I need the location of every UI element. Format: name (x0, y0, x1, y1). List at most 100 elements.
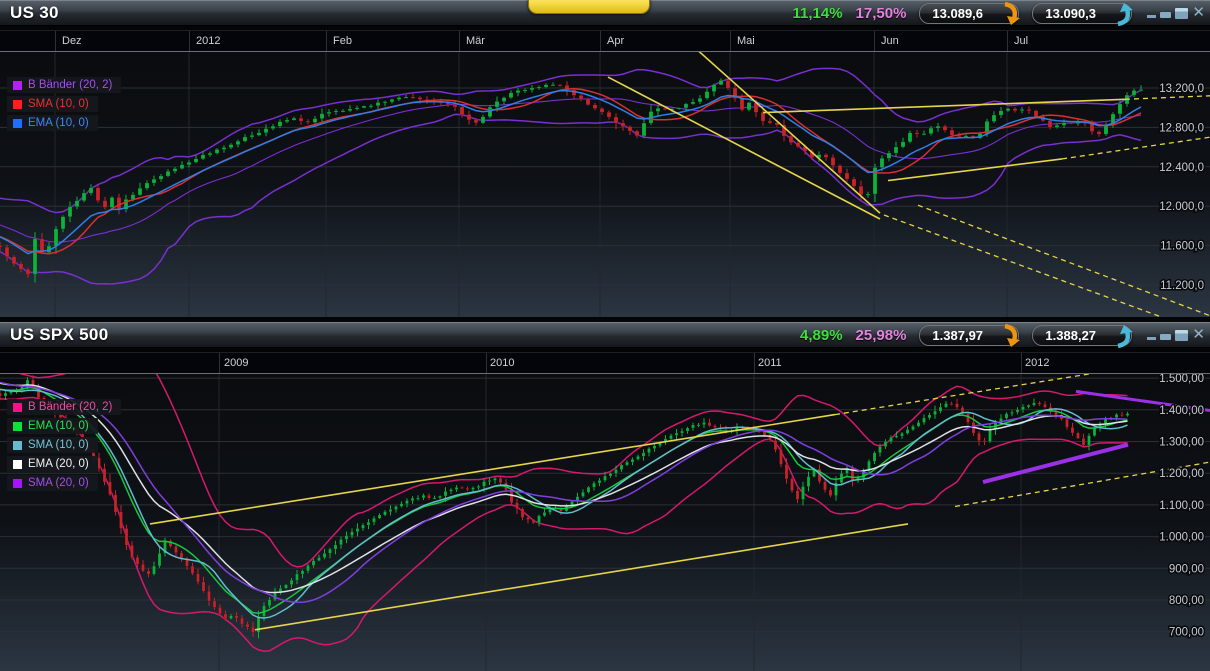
time-axis-tick (730, 31, 731, 51)
svg-text:12.000,0: 12.000,0 (1159, 201, 1204, 213)
change-percent-pink: 25,98% (856, 327, 907, 344)
legend-label: SMA (10, 0) (28, 98, 89, 110)
time-axis-label: 2010 (490, 357, 514, 369)
time-axis-label: Feb (333, 35, 352, 47)
time-axis-tick (1007, 31, 1008, 51)
us30-header-right: 11,14% 17,50% 13.089,6 13.090,3 ✕ (793, 3, 1210, 24)
legend-item[interactable]: EMA (10, 0) (7, 418, 98, 434)
legend-item[interactable]: SMA (10, 0) (7, 96, 98, 112)
svg-text:900,00: 900,00 (1169, 563, 1204, 575)
time-axis-label: Dez (62, 35, 82, 47)
demo-account-button[interactable]: Demo Konto (528, 0, 650, 14)
time-axis-label: Jun (881, 35, 899, 47)
time-axis-label: 2011 (758, 357, 782, 369)
legend-item[interactable]: EMA (10, 0) (7, 115, 98, 131)
close-icon[interactable]: ✕ (1192, 7, 1205, 18)
change-percent-green: 4,89% (800, 327, 843, 344)
arrow-up-icon (1114, 324, 1134, 348)
buy-price: 1.388,27 (1045, 328, 1096, 343)
instrument-title: US SPX 500 (0, 325, 108, 345)
time-axis-tick (754, 353, 755, 373)
time-axis-label: Mai (737, 35, 755, 47)
time-axis-tick (219, 353, 220, 373)
legend-label: EMA (10, 0) (28, 420, 89, 432)
buy-price-button[interactable]: 1.388,27 (1032, 325, 1132, 346)
spx-time-axis[interactable]: 2009 2010 2011 2012 (0, 352, 1210, 374)
legend-swatch-icon (13, 100, 22, 109)
svg-text:12.800,0: 12.800,0 (1159, 122, 1204, 134)
buy-price: 13.090,3 (1045, 6, 1096, 21)
legend-label: EMA (10, 0) (28, 117, 89, 129)
sell-price: 13.089,6 (932, 6, 983, 21)
svg-text:1.200,00: 1.200,00 (1159, 468, 1204, 480)
restore-icon[interactable] (1160, 12, 1171, 18)
time-axis-tick (326, 31, 327, 51)
legend-swatch-icon (13, 422, 22, 431)
svg-text:1.300,00: 1.300,00 (1159, 437, 1204, 449)
us30-legend: B Bänder (20, 2) SMA (10, 0) EMA (10, 0) (7, 77, 121, 131)
time-axis-tick (874, 31, 875, 51)
panel-us30: US 30 11,14% 17,50% 13.089,6 13.090,3 ✕ … (0, 0, 1210, 322)
arrow-up-icon (1114, 2, 1134, 26)
spx-chart-canvas[interactable]: 1.500,00 1.400,00 1.300,00 1.200,00 1.100,00… (0, 374, 1210, 671)
legend-swatch-icon (13, 479, 22, 488)
close-icon[interactable]: ✕ (1192, 329, 1205, 340)
minimize-icon[interactable] (1147, 337, 1156, 340)
change-percent-pink: 17,50% (856, 5, 907, 22)
legend-item[interactable]: B Bänder (20, 2) (7, 399, 121, 415)
svg-text:1.100,00: 1.100,00 (1159, 500, 1204, 512)
minimize-icon[interactable] (1147, 15, 1156, 18)
svg-text:800,00: 800,00 (1169, 595, 1204, 607)
legend-swatch-icon (13, 81, 22, 90)
us30-chart-canvas[interactable]: 13.200,0 12.800,0 12.400,0 12.000,0 11.600,0… (0, 52, 1210, 317)
change-percent-green: 11,14% (793, 5, 843, 22)
instrument-title: US 30 (0, 3, 59, 23)
legend-item[interactable]: EMA (20, 0) (7, 456, 98, 472)
time-axis-tick (1021, 353, 1022, 373)
svg-text:1.400,00: 1.400,00 (1159, 405, 1204, 417)
legend-label: SMA (20, 0) (28, 477, 89, 489)
svg-text:11.200,0: 11.200,0 (1160, 280, 1204, 292)
svg-text:13.200,0: 13.200,0 (1159, 83, 1204, 95)
legend-label: B Bänder (20, 2) (28, 79, 112, 91)
restore-icon[interactable] (1160, 334, 1171, 340)
time-axis-label: 2012 (1025, 357, 1049, 369)
legend-swatch-icon (13, 119, 22, 128)
svg-text:11.600,0: 11.600,0 (1160, 241, 1204, 253)
maximize-icon[interactable] (1175, 8, 1188, 19)
time-axis-tick (55, 31, 56, 51)
legend-item[interactable]: SMA (20, 0) (7, 475, 98, 491)
svg-text:700,00: 700,00 (1169, 627, 1204, 639)
legend-label: EMA (20, 0) (28, 458, 89, 470)
legend-swatch-icon (13, 460, 22, 469)
window-controls: ✕ (1147, 330, 1205, 341)
svg-text:1.000,00: 1.000,00 (1159, 532, 1204, 544)
spx-header[interactable]: US SPX 500 4,89% 25,98% 1.387,97 1.388,2… (0, 322, 1210, 348)
time-axis-tick (600, 31, 601, 51)
svg-text:12.400,0: 12.400,0 (1159, 162, 1204, 174)
maximize-icon[interactable] (1175, 330, 1188, 341)
svg-text:1.500,00: 1.500,00 (1159, 374, 1204, 385)
time-axis-label: Mär (466, 35, 485, 47)
sell-price: 1.387,97 (932, 328, 983, 343)
time-axis-label: Apr (607, 35, 624, 47)
time-axis-label: 2009 (224, 357, 248, 369)
us30-time-axis[interactable]: Dez2012FebMärAprMaiJunJul (0, 30, 1210, 52)
time-axis-tick (459, 31, 460, 51)
sell-price-button[interactable]: 13.089,6 (919, 3, 1019, 24)
legend-swatch-icon (13, 441, 22, 450)
arrow-down-icon (1001, 2, 1021, 26)
panel-spx500: US SPX 500 4,89% 25,98% 1.387,97 1.388,2… (0, 322, 1210, 671)
legend-swatch-icon (13, 403, 22, 412)
legend-item[interactable]: B Bänder (20, 2) (7, 77, 121, 93)
buy-price-button[interactable]: 13.090,3 (1032, 3, 1132, 24)
sell-price-button[interactable]: 1.387,97 (919, 325, 1019, 346)
time-axis-tick (486, 353, 487, 373)
time-axis-label: 2012 (196, 35, 220, 47)
spx-legend: B Bänder (20, 2) EMA (10, 0) SMA (10, 0) EM… (7, 399, 121, 491)
legend-label: B Bänder (20, 2) (28, 401, 112, 413)
arrow-down-icon (1001, 324, 1021, 348)
time-axis-tick (189, 31, 190, 51)
legend-item[interactable]: SMA (10, 0) (7, 437, 98, 453)
window-controls: ✕ (1147, 8, 1205, 19)
